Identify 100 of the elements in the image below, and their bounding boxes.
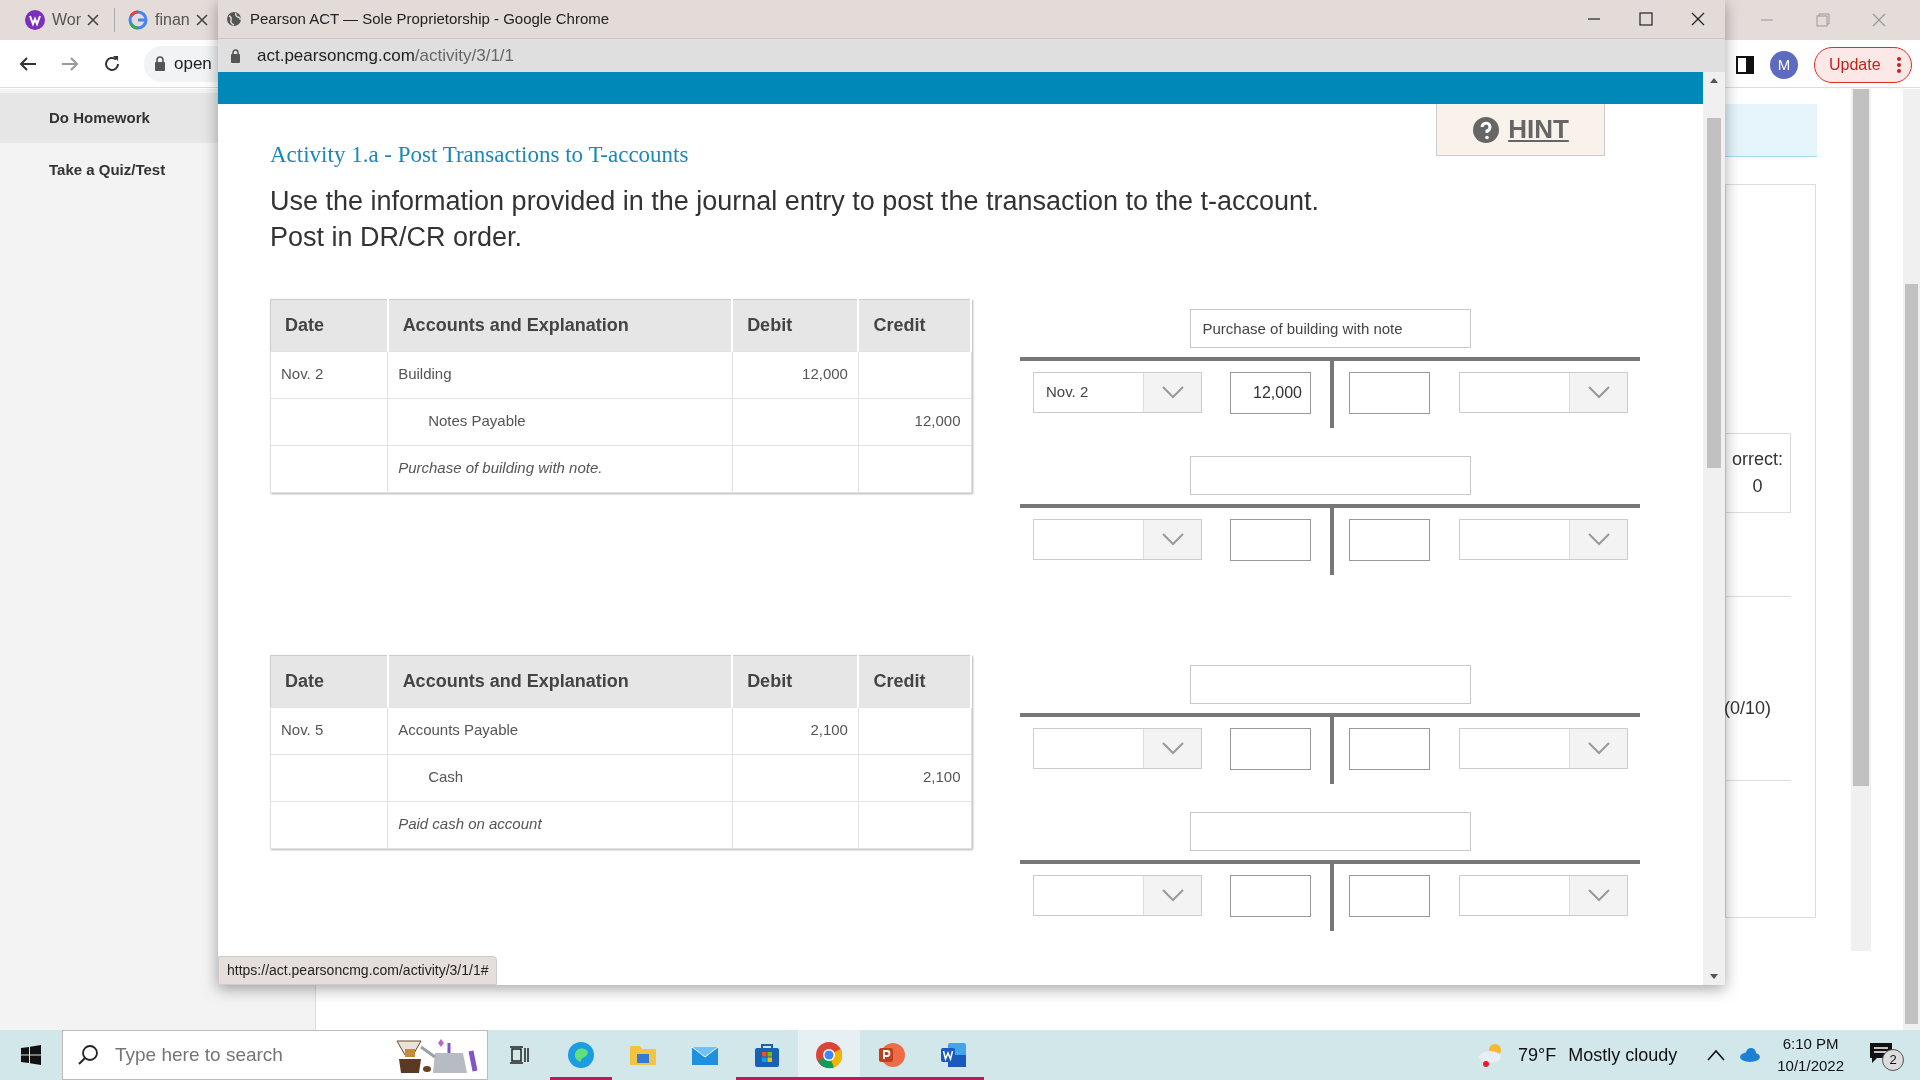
browser-tab[interactable]: Wor	[0, 0, 110, 40]
chevron-down-icon	[1586, 741, 1611, 755]
scrollbar-thumb[interactable]	[1905, 284, 1918, 1024]
maximize-icon[interactable]	[1639, 12, 1653, 26]
chevron-up-icon[interactable]	[1707, 1049, 1726, 1061]
chrome-icon	[814, 1040, 844, 1070]
column-header: Debit	[732, 655, 859, 707]
scrollbar[interactable]	[1851, 89, 1871, 951]
amount-field[interactable]	[1349, 518, 1430, 561]
search-box[interactable]: Type here to search	[62, 1030, 488, 1080]
edge-icon	[566, 1040, 596, 1070]
kebab-icon	[1896, 57, 1901, 73]
score-label: orrect:	[1732, 448, 1783, 471]
table-cell: Building	[387, 351, 733, 398]
search-field[interactable]: Type here to search	[113, 1039, 391, 1071]
table-cell: Paid cash on account	[387, 801, 733, 848]
close-icon[interactable]	[195, 14, 208, 26]
column-header: Accounts and Explanation	[387, 655, 733, 707]
lock-icon	[154, 56, 166, 71]
sidebar-item[interactable]: Take a Quiz/Test	[0, 145, 218, 195]
browser-tab[interactable]: finan	[119, 0, 217, 40]
reload-icon[interactable]	[102, 53, 122, 74]
table-cell: Nov. 2	[270, 351, 388, 398]
column-header: Accounts and Explanation	[387, 299, 733, 351]
date-dropdown[interactable]	[1033, 727, 1202, 769]
lock-icon	[230, 48, 241, 63]
column-header: Credit	[858, 299, 971, 351]
amount-field[interactable]	[1349, 874, 1430, 917]
table-cell: Nov. 5	[270, 707, 388, 754]
chevron-down-icon	[1160, 532, 1185, 546]
instruction-text: Use the information provided in the journal entry to post the transaction to the t-account.	[270, 184, 1321, 218]
globe-icon	[226, 11, 242, 27]
clock-text[interactable]: 6:10 PM 10/1/2022	[1777, 1033, 1844, 1077]
taskbar-button[interactable]	[798, 1030, 860, 1080]
instruction-text: Post in DR/CR order.	[270, 220, 524, 254]
cloud-icon[interactable]	[1737, 1047, 1762, 1063]
table-cell: 12,000	[858, 398, 971, 445]
amount-field[interactable]	[1230, 518, 1311, 561]
word-icon	[938, 1040, 968, 1070]
tab-label: Wor	[52, 10, 82, 30]
weather-text: Mostly cloudy	[1568, 1043, 1678, 1067]
close-icon[interactable]	[87, 14, 100, 26]
window-title: Pearson ACT — Sole Proprietorship - Google Chrome	[250, 8, 611, 29]
table-cell: Cash	[387, 754, 733, 801]
table-cell: Notes Payable	[387, 398, 733, 445]
progress-count: (0/10)	[1724, 697, 1772, 720]
chevron-down-icon	[1160, 385, 1185, 399]
chevron-down-icon	[1160, 888, 1185, 902]
hint-button[interactable]: HINT	[1436, 104, 1605, 156]
account-title-field[interactable]	[1189, 455, 1471, 495]
table-cell: 2,100	[858, 754, 971, 801]
help-icon	[1472, 115, 1501, 144]
amount-field[interactable]	[1349, 727, 1430, 770]
w-logo-icon	[24, 9, 46, 31]
account-title-field[interactable]	[1189, 811, 1471, 851]
column-header: Date	[270, 655, 388, 707]
column-header: Date	[270, 299, 388, 351]
chevron-down-icon	[1160, 741, 1185, 755]
table-cell: 12,000	[732, 351, 859, 398]
url-text[interactable]: act.pearsoncmg.com/activity/3/1/1	[257, 42, 514, 69]
account-title-field[interactable]	[1189, 664, 1471, 704]
restore-icon[interactable]	[1816, 13, 1830, 27]
scrollbar-thumb[interactable]	[1707, 118, 1721, 468]
chevron-down-icon	[1586, 385, 1611, 399]
windows-icon[interactable]	[21, 1045, 41, 1065]
date-dropdown[interactable]	[1033, 518, 1202, 560]
sidebar-item[interactable]: Do Homework	[0, 93, 218, 143]
table-cell: Purchase of building with note.	[387, 445, 733, 492]
notification-count: 2	[1882, 1049, 1904, 1071]
score-value: 0	[1752, 475, 1763, 498]
scrollbar[interactable]	[1703, 72, 1725, 985]
date-dropdown[interactable]	[1459, 371, 1628, 413]
side-panel-icon[interactable]	[1736, 56, 1754, 74]
column-header: Debit	[732, 299, 859, 351]
amount-field[interactable]	[1230, 727, 1311, 770]
table-cell: Accounts Payable	[387, 707, 733, 754]
amount-field[interactable]	[1349, 371, 1430, 414]
task-view-icon[interactable]	[509, 1045, 529, 1065]
date-dropdown[interactable]	[1459, 518, 1628, 560]
update-button[interactable]: Update	[1814, 47, 1912, 83]
scrollbar[interactable]	[1903, 89, 1920, 1030]
tab-label: finan	[155, 10, 190, 30]
column-header: Credit	[858, 655, 971, 707]
close-icon[interactable]	[1691, 12, 1705, 26]
amount-field[interactable]: 12,000	[1230, 371, 1311, 414]
amount-field[interactable]	[1230, 874, 1311, 917]
chevron-down-icon	[1586, 532, 1611, 546]
chevron-down-icon	[1586, 888, 1611, 902]
date-dropdown[interactable]: Nov. 2	[1033, 371, 1202, 413]
date-dropdown[interactable]	[1033, 874, 1202, 916]
g-logo-icon	[127, 9, 149, 31]
date-dropdown[interactable]	[1459, 727, 1628, 769]
activity-title: Activity 1.a - Post Transactions to T-accounts	[270, 141, 690, 169]
search-icon	[77, 1044, 99, 1066]
date-dropdown[interactable]	[1459, 874, 1628, 916]
account-title-field[interactable]: Purchase of building with note	[1189, 308, 1471, 348]
powerpoint-icon	[876, 1040, 906, 1070]
scrollbar-thumb[interactable]	[1853, 89, 1869, 786]
table-cell: 2,100	[732, 707, 859, 754]
temperature-text: 79°F	[1518, 1043, 1557, 1067]
